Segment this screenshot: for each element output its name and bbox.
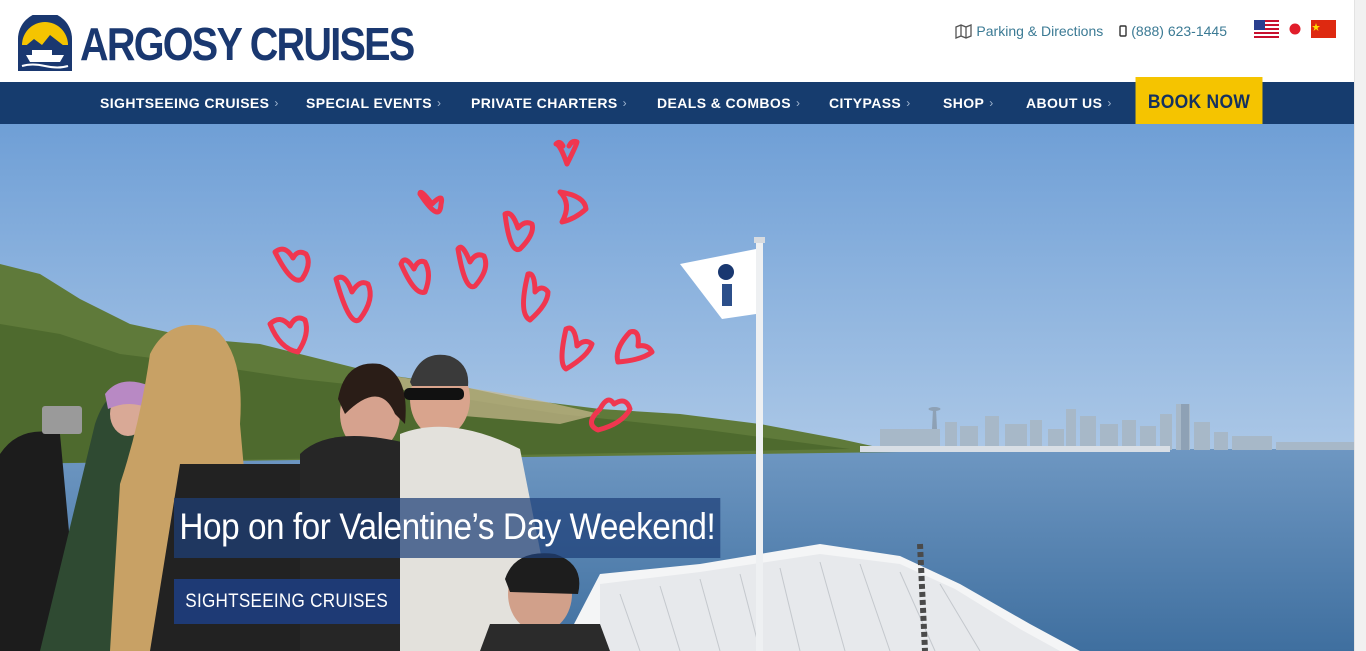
nav-item-label: SHOP: [943, 95, 985, 111]
nav-item-label: DEALS & COMBOS: [657, 95, 791, 111]
boat-logo-icon: [18, 15, 72, 71]
sightseeing-cruises-button[interactable]: SIGHTSEEING CRUISES: [174, 579, 400, 624]
chevron-right-icon: ›: [622, 96, 628, 110]
hero-banner: Hop on for Valentine’s Day Weekend! SIGH…: [0, 124, 1354, 651]
site-logo[interactable]: ARGOSY CRUISES: [16, 14, 468, 74]
nav-item-label: ABOUT US: [1026, 95, 1103, 111]
nav-item-special-events[interactable]: SPECIAL EVENTS ›: [306, 82, 441, 124]
nav-item-label: PRIVATE CHARTERS: [471, 95, 618, 111]
nav-item-deals-combos[interactable]: DEALS & COMBOS ›: [657, 82, 800, 124]
brand-name: ARGOSY CRUISES: [80, 18, 415, 70]
nav-item-shop[interactable]: SHOP ›: [943, 82, 994, 124]
book-now-button[interactable]: BOOK NOW: [1135, 77, 1263, 128]
page-scrollbar[interactable]: [1354, 0, 1366, 651]
hero-title: Hop on for Valentine’s Day Weekend!: [174, 498, 721, 558]
chevron-right-icon: ›: [906, 96, 911, 110]
language-selector: [1245, 19, 1336, 43]
site-header: ARGOSY CRUISES Parking & Directions (888…: [0, 0, 1366, 82]
nav-item-label: SPECIAL EVENTS: [306, 95, 432, 111]
chevron-right-icon: ›: [1107, 96, 1112, 110]
utility-bar: Parking & Directions (888) 623-1445: [955, 18, 1366, 44]
chevron-right-icon: ›: [436, 96, 442, 110]
nav-item-private-charters[interactable]: PRIVATE CHARTERS ›: [471, 82, 627, 124]
parking-directions-link[interactable]: Parking & Directions: [955, 23, 1103, 39]
chevron-right-icon: ›: [989, 96, 994, 110]
nav-item-citypass[interactable]: CITYPASS ›: [829, 82, 911, 124]
hero-button-label: SIGHTSEEING CRUISES: [185, 590, 389, 612]
phone-number: (888) 623-1445: [1131, 23, 1227, 39]
nav-item-label: SIGHTSEEING CRUISES: [100, 95, 270, 111]
nav-item-sightseeing-cruises[interactable]: SIGHTSEEING CRUISES ›: [100, 82, 279, 124]
us-flag-icon[interactable]: [1254, 19, 1279, 43]
china-flag-icon[interactable]: [1311, 19, 1336, 43]
phone-link[interactable]: (888) 623-1445: [1119, 23, 1227, 39]
nav-item-label: CITYPASS: [829, 95, 902, 111]
chevron-right-icon: ›: [795, 96, 801, 110]
nav-item-about-us[interactable]: ABOUT US ›: [1026, 82, 1112, 124]
phone-icon: [1119, 25, 1127, 37]
parking-directions-label: Parking & Directions: [976, 23, 1104, 39]
japan-flag-icon[interactable]: [1288, 20, 1302, 43]
map-icon: [955, 23, 973, 39]
chevron-right-icon: ›: [274, 96, 279, 110]
hero-photo: [0, 124, 1354, 651]
